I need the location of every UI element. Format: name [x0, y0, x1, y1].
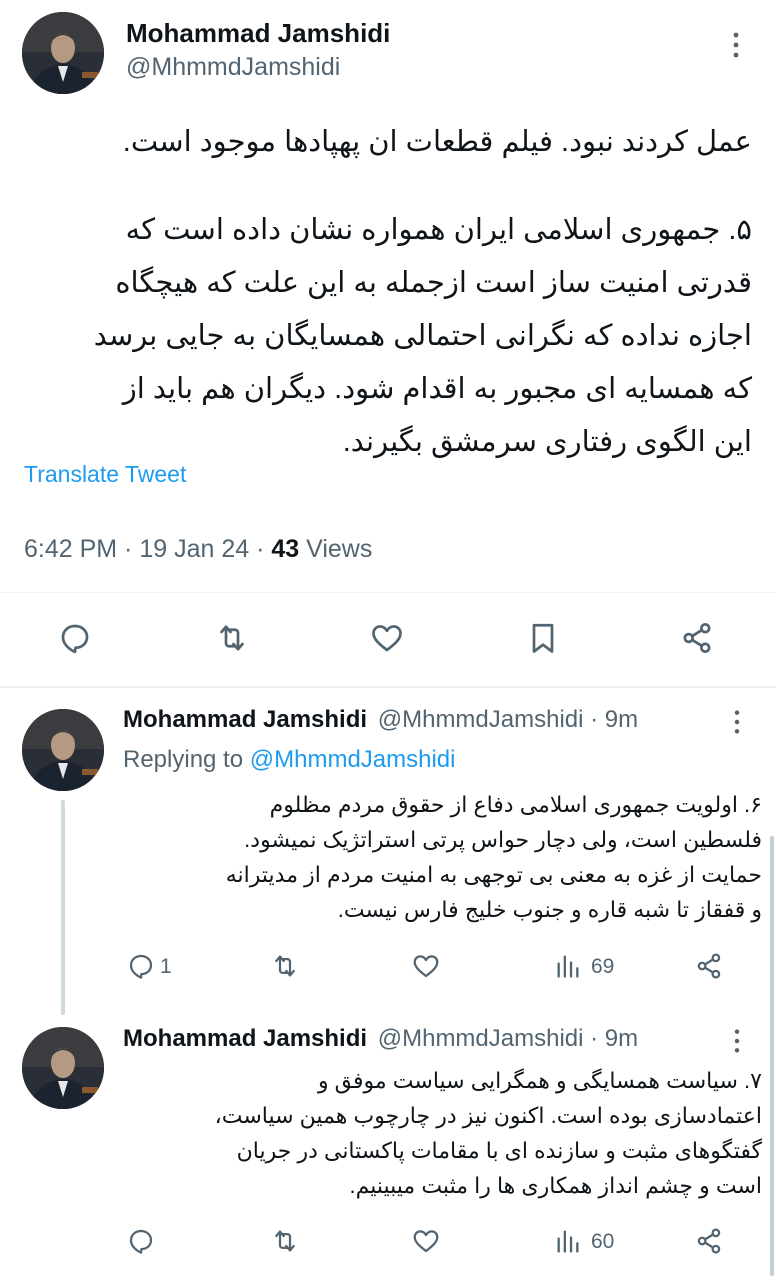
tweet-text: عمل کردند نبود. فیلم قطعات ان پهپادها مو…: [20, 116, 752, 469]
more-dots-icon[interactable]: [727, 708, 747, 736]
avatar[interactable]: [22, 12, 104, 94]
avatar[interactable]: [22, 709, 104, 791]
handle-time[interactable]: @MhmmdJamshidi · 9m: [378, 1025, 638, 1052]
tweet-line: فلسطین است، ولی دچار حواس پرتی استراتژیک…: [244, 827, 762, 852]
heart-icon[interactable]: [410, 951, 442, 981]
tweet-line: حمایت از غزه به معنی بی توجهی به امنیت م…: [225, 862, 762, 887]
retweet-icon[interactable]: [268, 951, 302, 981]
author-name[interactable]: Mohammad Jamshidi: [126, 18, 390, 49]
retweet-icon[interactable]: [212, 620, 252, 656]
timestamp[interactable]: 6:42 PM · 19 Jan 24 ·: [24, 535, 271, 563]
tweet-line: که همسایه ای مجبور به اقدام شود. دیگران …: [122, 373, 752, 405]
tweet-text: ۷. سیاست همسایگی و همگرایی سیاست موفق و …: [120, 1063, 762, 1203]
tweet-line: قدرتی امنیت ساز است ازجمله به این علت که…: [115, 267, 752, 299]
more-dots-icon[interactable]: [727, 1027, 747, 1055]
replying-to: Replying to @MhmmdJamshidi: [123, 746, 455, 774]
tweet-line: و قفقاز تا شبه قاره و جنوب خلیج فارس نیس…: [337, 897, 762, 922]
reply-header: Mohammad Jamshidi @MhmmdJamshidi · 9m: [123, 1025, 638, 1053]
more-dots-icon[interactable]: [726, 30, 746, 60]
retweet-icon[interactable]: [268, 1226, 302, 1256]
handle-time[interactable]: @MhmmdJamshidi · 9m: [378, 706, 638, 733]
author-name[interactable]: Mohammad Jamshidi: [123, 706, 367, 733]
tweet-line: اعتمادسازی بوده است. اکنون نیز در چارچوب…: [214, 1103, 762, 1128]
tweet-meta: 6:42 PM · 19 Jan 24 · 43 Views: [24, 535, 372, 564]
bar-chart-icon[interactable]: [553, 952, 583, 980]
views-count[interactable]: 43: [271, 535, 299, 563]
avatar[interactable]: [22, 1027, 104, 1109]
replying-to-handle[interactable]: @MhmmdJamshidi: [250, 746, 456, 773]
author-handle[interactable]: @MhmmdJamshidi: [126, 53, 340, 82]
tweet-line: ۷. سیاست همسایگی و همگرایی سیاست موفق و: [317, 1068, 762, 1093]
bookmark-icon[interactable]: [525, 619, 561, 657]
thread-line: [61, 800, 65, 1015]
reply-header: Mohammad Jamshidi @MhmmdJamshidi · 9m: [123, 706, 638, 734]
reply-bubble-icon[interactable]: [56, 620, 94, 656]
heart-icon[interactable]: [368, 620, 406, 656]
heart-icon[interactable]: [410, 1226, 442, 1256]
bar-chart-icon[interactable]: [553, 1227, 583, 1255]
tweet-text: ۶. اولویت جمهوری اسلامی دفاع از حقوق مرد…: [120, 787, 762, 927]
share-icon[interactable]: [693, 1226, 725, 1256]
share-icon[interactable]: [678, 620, 716, 656]
tweet-line: است و چشم انداز همکاری ها را مثبت میبینی…: [349, 1173, 762, 1198]
divider: [0, 592, 776, 593]
tweet-line: گفتگوهای مثبت و سازنده ای با مقامات پاکس…: [236, 1138, 762, 1163]
tweet-line: عمل کردند نبود. فیلم قطعات ان پهپادها مو…: [122, 126, 752, 158]
views-count[interactable]: 60: [591, 1230, 614, 1254]
views-label[interactable]: Views: [299, 535, 372, 563]
replying-to-label: Replying to: [123, 746, 250, 773]
views-count[interactable]: 69: [591, 955, 614, 979]
tweet-line: ۶. اولویت جمهوری اسلامی دفاع از حقوق مرد…: [269, 792, 762, 817]
translate-link[interactable]: Translate Tweet: [24, 461, 186, 488]
tweet-line: اجازه نداده که نگرانی احتمالی همسایگان ب…: [93, 320, 752, 352]
reply-bubble-icon[interactable]: [125, 1226, 157, 1256]
author-name[interactable]: Mohammad Jamshidi: [123, 1025, 367, 1052]
share-icon[interactable]: [693, 951, 725, 981]
reply-bubble-icon[interactable]: [125, 951, 157, 981]
reply-count[interactable]: 1: [160, 955, 172, 979]
divider: [0, 686, 776, 688]
tweet-line: ۵. جمهوری اسلامی ایران همواره نشان داده …: [125, 214, 752, 246]
scrollbar[interactable]: [770, 836, 774, 1276]
